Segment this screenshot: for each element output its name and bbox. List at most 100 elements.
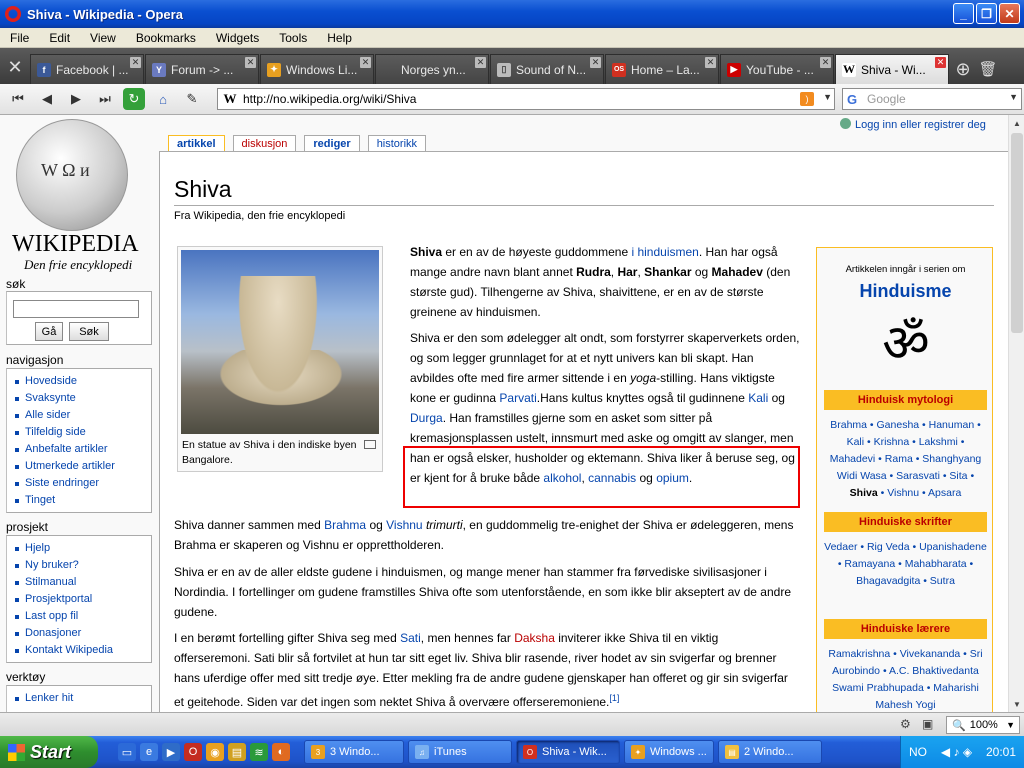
menu-edit[interactable]: Edit — [39, 31, 80, 45]
tab-artikkel[interactable]: artikkel — [168, 135, 225, 152]
tab-close-icon[interactable]: ✕ — [475, 57, 486, 68]
link-kali[interactable]: Kali — [748, 391, 768, 405]
reference-link[interactable]: [1] — [609, 693, 619, 703]
nav-item-tinget[interactable]: Tinget — [13, 492, 151, 509]
internet-explorer-icon[interactable]: e — [140, 743, 158, 761]
new-tab-icon[interactable]: ⊕ — [950, 54, 976, 84]
reload-icon[interactable]: ↻ — [123, 88, 145, 110]
taskbar-item-windows-live[interactable]: ✦ Windows ... — [624, 740, 714, 764]
link-cannabis[interactable]: cannabis — [588, 471, 636, 485]
infobox-section-scriptures[interactable]: Hinduiske skrifter — [824, 512, 987, 532]
nav-item-utmerkede-artikler[interactable]: Utmerkede artikler — [13, 458, 151, 475]
nav-item-alle-sider[interactable]: Alle sider — [13, 407, 151, 424]
infobox-title-link[interactable]: Hinduisme — [817, 281, 994, 302]
image-toggle-icon[interactable]: ▣ — [922, 717, 938, 733]
menu-help[interactable]: Help — [317, 31, 362, 45]
tab-close-icon[interactable]: ✕ — [245, 57, 256, 68]
tab-diskusjon[interactable]: diskusjon — [232, 135, 297, 152]
scroll-down-icon[interactable]: ▼ — [1009, 696, 1024, 712]
wiki-search-input[interactable] — [13, 300, 139, 318]
turbo-icon[interactable]: ⚙ — [900, 717, 916, 733]
taskbar-item-opera[interactable]: O Shiva - Wik... — [516, 740, 620, 764]
nav-item-siste-endringer[interactable]: Siste endringer — [13, 475, 151, 492]
link-parvati[interactable]: Parvati — [499, 391, 536, 405]
scroll-up-icon[interactable]: ▲ — [1009, 115, 1024, 131]
search-button[interactable]: Søk — [69, 322, 109, 341]
forward-icon[interactable]: ▶ — [65, 88, 87, 110]
fast-forward-icon[interactable]: ⏭ — [94, 88, 116, 110]
nav-item-hovedside[interactable]: Hovedside — [13, 373, 151, 390]
link-alkohol[interactable]: alkohol — [543, 471, 581, 485]
link-daksha[interactable]: Daksha — [514, 631, 555, 645]
chevron-down-icon[interactable]: ▼ — [823, 92, 832, 102]
tab-close-icon[interactable]: ✕ — [820, 57, 831, 68]
chevron-down-icon[interactable]: ▼ — [1009, 92, 1018, 102]
tab-rediger[interactable]: rediger — [304, 135, 360, 152]
infobox-section-mythology[interactable]: Hinduisk mytologi — [824, 390, 987, 410]
clock[interactable]: 20:01 — [986, 745, 1016, 759]
tab-windows-live[interactable]: ✦ Windows Li... ✕ — [260, 54, 374, 84]
nav-item-tilfeldig-side[interactable]: Tilfeldig side — [13, 424, 151, 441]
address-field[interactable]: W http://no.wikipedia.org/wiki/Shiva ) ▼ — [217, 88, 835, 110]
zoom-control[interactable]: 🔍 100% ▼ — [946, 716, 1020, 734]
project-item-kontakt[interactable]: Kontakt Wikipedia — [13, 642, 151, 659]
link-sati[interactable]: Sati — [400, 631, 421, 645]
wikipedia-logo[interactable]: WIKIPEDIA Den frie encyklopedi — [8, 115, 146, 273]
tab-norges[interactable]: Norges yn... ✕ — [375, 54, 489, 84]
tab-close-icon[interactable]: ✕ — [935, 57, 946, 68]
tab-close-icon[interactable]: ✕ — [590, 57, 601, 68]
chrome-icon[interactable]: ◉ — [206, 743, 224, 761]
tab-home[interactable]: OS Home – La... ✕ — [605, 54, 719, 84]
scroll-thumb[interactable] — [1011, 133, 1023, 333]
enlarge-icon[interactable] — [364, 440, 376, 449]
tab-close-icon[interactable]: ✕ — [130, 57, 141, 68]
link-vishnu[interactable]: Vishnu — [386, 518, 422, 532]
tab-shiva[interactable]: W Shiva - Wi... ✕ — [835, 54, 949, 84]
tab-youtube[interactable]: ▶ YouTube - ... ✕ — [720, 54, 834, 84]
back-icon[interactable]: ◀ — [36, 88, 58, 110]
tab-historikk[interactable]: historikk — [367, 135, 427, 152]
nav-item-anbefalte-artikler[interactable]: Anbefalte artikler — [13, 441, 151, 458]
language-indicator[interactable]: NO — [909, 745, 927, 759]
taskbar-item-windows[interactable]: 33 Windo... — [304, 740, 404, 764]
edit-pen-icon[interactable]: ✎ — [181, 88, 203, 110]
rss-icon[interactable]: ) — [800, 92, 814, 106]
tray-icons[interactable]: ◀ ♪ ◈ — [941, 745, 972, 759]
explorer-icon[interactable]: ▤ — [228, 743, 246, 761]
taskbar-item-folders[interactable]: ▤ 2 Windo... — [718, 740, 822, 764]
project-item-prosjektportal[interactable]: Prosjektportal — [13, 591, 151, 608]
link-hinduismen[interactable]: i hinduismen — [631, 245, 698, 259]
vertical-scrollbar[interactable]: ▲ ▼ — [1008, 115, 1024, 712]
infobox-teachers-list[interactable]: Ramakrishna • Vivekananda • Sri Aurobind… — [823, 646, 988, 712]
tab-close-icon[interactable]: ✕ — [705, 57, 716, 68]
firefox-icon[interactable]: ◐ — [272, 743, 290, 761]
menu-widgets[interactable]: Widgets — [206, 31, 269, 45]
home-icon[interactable]: ⌂ — [152, 88, 174, 110]
menu-bookmarks[interactable]: Bookmarks — [126, 31, 206, 45]
menu-tools[interactable]: Tools — [269, 31, 317, 45]
link-opium[interactable]: opium — [656, 471, 689, 485]
menu-file[interactable]: File — [0, 31, 39, 45]
tools-item-lenker-hit[interactable]: Lenker hit — [13, 690, 151, 707]
spotify-icon[interactable]: ≋ — [250, 743, 268, 761]
tab-close-icon[interactable]: ✕ — [360, 57, 371, 68]
link-brahma[interactable]: Brahma — [324, 518, 366, 532]
minimize-button[interactable]: _ — [953, 3, 974, 24]
restore-button[interactable]: ❐ — [976, 3, 997, 24]
rewind-icon[interactable]: ⏮ — [7, 88, 29, 110]
project-item-ny-bruker[interactable]: Ny bruker? — [13, 557, 151, 574]
tab-facebook[interactable]: f Facebook | ... ✕ — [30, 54, 144, 84]
search-field[interactable]: G Google ▼ — [842, 88, 1022, 110]
panel-tools-icon[interactable]: ✕ — [0, 50, 30, 84]
shiva-statue-image[interactable] — [181, 250, 379, 434]
project-item-hjelp[interactable]: Hjelp — [13, 540, 151, 557]
media-player-icon[interactable]: ▶ — [162, 743, 180, 761]
go-button[interactable]: Gå — [35, 322, 63, 341]
trash-icon[interactable]: 🗑 — [976, 54, 1000, 84]
project-item-last-opp-fil[interactable]: Last opp fil — [13, 608, 151, 625]
login-link[interactable]: Logg inn eller registrer deg — [840, 118, 986, 131]
tab-sound[interactable]: ▯ Sound of N... ✕ — [490, 54, 604, 84]
project-item-stilmanual[interactable]: Stilmanual — [13, 574, 151, 591]
nav-item-svaksynte[interactable]: Svaksynte — [13, 390, 151, 407]
taskbar-item-itunes[interactable]: ♫ iTunes — [408, 740, 512, 764]
